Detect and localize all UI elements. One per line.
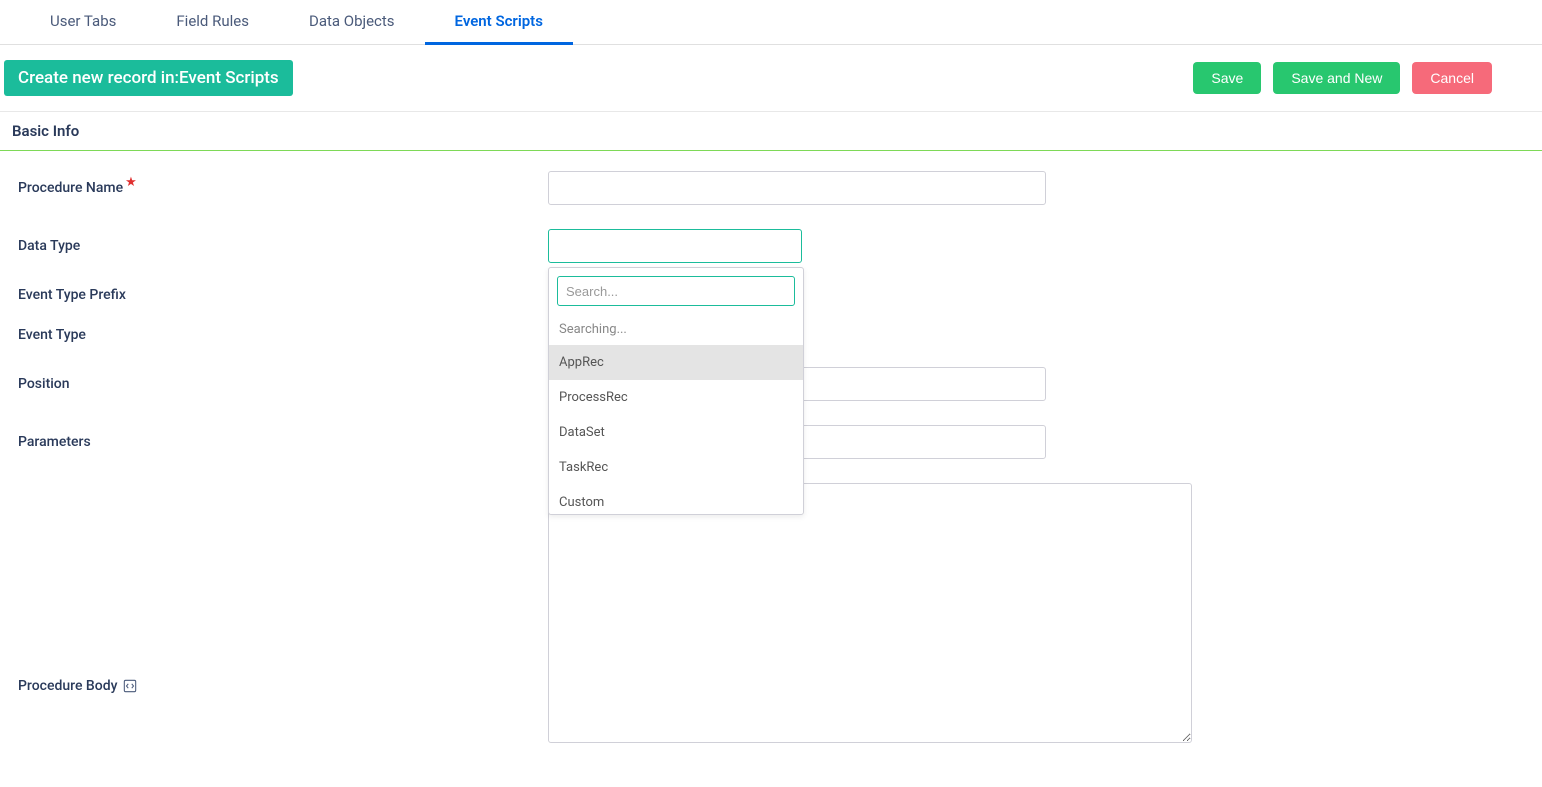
dropdown-item-dataset[interactable]: DataSet xyxy=(549,415,803,450)
dropdown-item-taskrec[interactable]: TaskRec xyxy=(549,450,803,485)
dropdown-item-custom[interactable]: Custom xyxy=(549,485,803,514)
required-star-icon: ★ xyxy=(125,175,137,190)
label-parameters: Parameters xyxy=(18,434,548,450)
tabs-nav: User Tabs Field Rules Data Objects Event… xyxy=(0,0,1542,45)
cancel-button[interactable]: Cancel xyxy=(1412,62,1492,94)
save-and-new-button[interactable]: Save and New xyxy=(1273,62,1400,94)
dropdown-item-processrec[interactable]: ProcessRec xyxy=(549,380,803,415)
label-event-type: Event Type xyxy=(18,327,548,343)
tab-data-objects[interactable]: Data Objects xyxy=(279,0,425,45)
dropdown-status: Searching... xyxy=(549,314,803,345)
tab-user-tabs[interactable]: User Tabs xyxy=(20,0,146,45)
code-icon xyxy=(123,679,137,693)
label-position: Position xyxy=(18,376,548,392)
form-container: Procedure Name★ Data Type Searching... A… xyxy=(0,151,1542,787)
procedure-body-textarea[interactable] xyxy=(548,483,1192,743)
dropdown-search-input[interactable] xyxy=(557,276,795,306)
header-row: Create new record in:Event Scripts Save … xyxy=(0,45,1542,112)
button-group: Save Save and New Cancel xyxy=(1193,62,1522,94)
dropdown-item-apprec[interactable]: AppRec xyxy=(549,345,803,380)
row-data-type: Data Type Searching... AppRec ProcessRec… xyxy=(18,229,1524,263)
row-procedure-body: Procedure Body xyxy=(18,483,1524,743)
label-procedure-body: Procedure Body xyxy=(18,678,548,694)
dropdown-search-wrap xyxy=(549,268,803,314)
tab-field-rules[interactable]: Field Rules xyxy=(146,0,279,45)
section-header: Basic Info xyxy=(0,112,1542,151)
save-button[interactable]: Save xyxy=(1193,62,1261,94)
data-type-dropdown: Searching... AppRec ProcessRec DataSet T… xyxy=(548,267,804,515)
label-data-type: Data Type xyxy=(18,238,548,254)
label-procedure-name: Procedure Name★ xyxy=(18,180,548,196)
row-procedure-name: Procedure Name★ xyxy=(18,171,1524,205)
page-title: Create new record in:Event Scripts xyxy=(4,60,293,96)
data-type-input[interactable] xyxy=(548,229,802,263)
procedure-name-input[interactable] xyxy=(548,171,1046,205)
tab-event-scripts[interactable]: Event Scripts xyxy=(425,0,573,45)
label-event-type-prefix: Event Type Prefix xyxy=(18,287,548,303)
dropdown-list[interactable]: Searching... AppRec ProcessRec DataSet T… xyxy=(549,314,803,514)
